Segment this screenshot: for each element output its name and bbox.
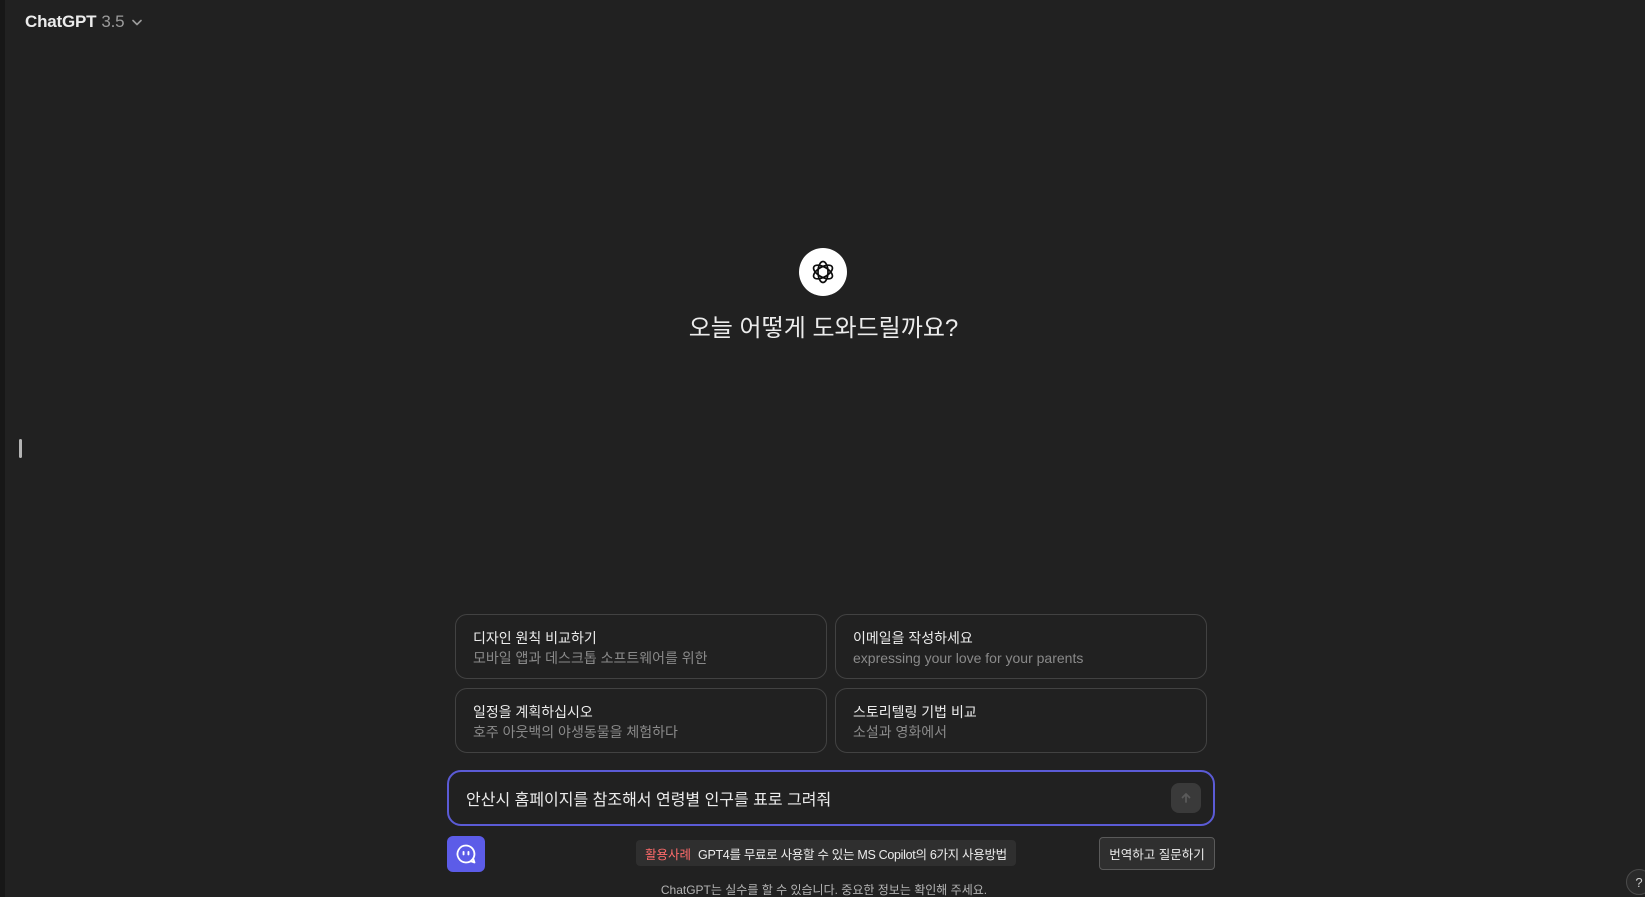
suggestion-subtitle: expressing your love for your parents (853, 650, 1084, 666)
chat-bubble-icon (455, 843, 477, 865)
suggestion-subtitle: 소설과 영화에서 (853, 724, 948, 740)
suggestion-title: 스토리텔링 기법 비교 (853, 704, 977, 720)
chat-app: ChatGPT 3.5 오늘 어떻게 도와드릴까요? 디자인 원칙 비교하기 모… (0, 0, 1645, 897)
greeting-heading: 오늘 어떻게 도와드릴까요? (688, 315, 959, 342)
translate-and-ask-button[interactable]: 번역하고 질문하기 (1099, 837, 1215, 870)
help-icon: ? (1635, 874, 1643, 890)
suggestion-grid: 디자인 원칙 비교하기 모바일 앱과 데스크톱 소프트웨어를 위한 이메일을 작… (455, 614, 1207, 753)
promo-text: GPT4를 무료로 사용할 수 있는 MS Copilot의 6가지 사용방법 (698, 847, 1007, 862)
disclaimer-text: ChatGPT는 실수를 할 수 있습니다. 중요한 정보는 확인해 주세요. (660, 883, 988, 897)
extension-chat-button[interactable] (447, 836, 485, 872)
sidebar-edge (0, 0, 5, 897)
welcome-hero: 오늘 어떻게 도와드릴까요? (0, 248, 1645, 343)
send-button[interactable] (1171, 783, 1201, 813)
suggestion-card[interactable]: 스토리텔링 기법 비교 소설과 영화에서 (835, 688, 1207, 753)
suggestion-card[interactable]: 디자인 원칙 비교하기 모바일 앱과 데스크톱 소프트웨어를 위한 (455, 614, 827, 679)
suggestion-subtitle: 호주 아웃백의 야생동물을 체험하다 (473, 724, 678, 740)
suggestion-title: 일정을 계획하십시오 (473, 704, 593, 720)
model-name: ChatGPT (25, 12, 97, 31)
help-button[interactable]: ? (1626, 869, 1645, 895)
model-selector[interactable]: ChatGPT 3.5 (17, 9, 151, 35)
message-composer (447, 770, 1215, 826)
suggestion-title: 이메일을 작성하세요 (853, 630, 973, 646)
model-version: 3.5 (101, 12, 125, 31)
suggestion-title: 디자인 원칙 비교하기 (473, 630, 597, 646)
message-input[interactable] (466, 789, 1171, 807)
suggestion-card[interactable]: 이메일을 작성하세요 expressing your love for your… (835, 614, 1207, 679)
openai-logo-icon (798, 248, 847, 296)
suggestion-subtitle: 모바일 앱과 데스크톱 소프트웨어를 위한 (473, 650, 708, 666)
sidebar-toggle-handle[interactable] (19, 439, 22, 458)
suggestion-card[interactable]: 일정을 계획하십시오 호주 아웃백의 야생동물을 체험하다 (455, 688, 827, 753)
promo-tag: 활용사례 (645, 847, 692, 862)
chevron-down-icon (131, 16, 143, 28)
promo-banner[interactable]: 활용사례 GPT4를 무료로 사용할 수 있는 MS Copilot의 6가지 … (636, 840, 1016, 866)
send-arrow-icon (1179, 791, 1193, 805)
